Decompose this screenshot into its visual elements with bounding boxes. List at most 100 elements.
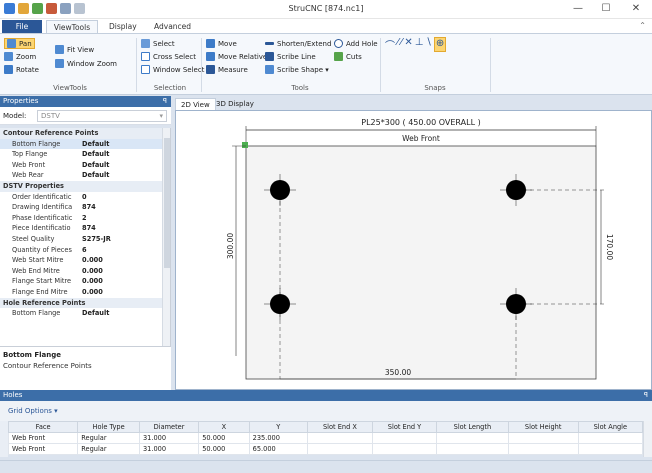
tab-2d-view[interactable]: 2D View bbox=[175, 98, 216, 110]
holes-scrollbar[interactable] bbox=[643, 421, 652, 457]
maximize-button[interactable]: ☐ bbox=[594, 2, 618, 16]
property-row[interactable]: Web End Mitre 0.000 bbox=[0, 266, 170, 277]
property-row[interactable]: Order Identificatic 0 bbox=[0, 192, 170, 203]
zoom-button[interactable]: Zoom bbox=[4, 51, 36, 62]
property-row[interactable]: Web Start Mitre 0.000 bbox=[0, 255, 170, 266]
table-cell[interactable]: Web Front bbox=[7, 443, 79, 455]
tab-advanced[interactable]: Advanced bbox=[148, 20, 197, 33]
property-value[interactable]: 2 bbox=[80, 213, 170, 224]
table-cell[interactable] bbox=[306, 443, 373, 455]
column-header[interactable]: Face bbox=[7, 421, 79, 433]
scribe-shape-button[interactable]: Scribe Shape ▾ bbox=[265, 64, 329, 75]
table-cell[interactable]: 65.000 bbox=[248, 443, 308, 455]
move-button[interactable]: Move bbox=[206, 38, 237, 49]
property-row[interactable]: Web Front Default bbox=[0, 160, 170, 171]
table-cell[interactable] bbox=[436, 432, 509, 444]
property-row[interactable]: Top Flange Default bbox=[0, 149, 170, 160]
column-header[interactable]: Slot Height bbox=[507, 421, 579, 433]
property-row[interactable]: Quantity of Pieces 6 bbox=[0, 245, 170, 256]
measure-button[interactable]: Measure bbox=[206, 64, 248, 75]
snap-center-icon[interactable]: ⊕ bbox=[433, 37, 447, 52]
column-header[interactable]: Slot End X bbox=[306, 421, 373, 433]
table-cell[interactable]: Web Front bbox=[7, 432, 79, 444]
minimize-button[interactable]: — bbox=[566, 2, 590, 16]
table-cell[interactable] bbox=[436, 443, 509, 455]
table-row[interactable]: Web Front Regular 31.000 50.000 235.000 bbox=[7, 432, 644, 444]
property-section[interactable]: Hole Reference Points bbox=[0, 297, 170, 309]
property-value[interactable]: S275-JR bbox=[80, 234, 170, 245]
property-value[interactable]: 0 bbox=[80, 192, 170, 203]
table-cell[interactable]: Regular bbox=[77, 432, 140, 444]
property-row[interactable]: Web Rear Default bbox=[0, 170, 170, 181]
window-zoom-button[interactable]: Window Zoom bbox=[55, 58, 117, 69]
column-header[interactable]: Y bbox=[248, 421, 308, 433]
property-value[interactable]: 874 bbox=[80, 223, 170, 234]
scribe-line-button[interactable]: Scribe Line bbox=[265, 51, 316, 62]
property-section[interactable]: Contour Reference Points bbox=[0, 128, 170, 139]
table-cell[interactable]: 50.000 bbox=[198, 443, 250, 455]
tab-display[interactable]: Display bbox=[103, 20, 143, 33]
rotate-button[interactable]: Rotate bbox=[4, 64, 39, 75]
property-value[interactable]: 0.000 bbox=[80, 276, 170, 287]
property-row[interactable]: Piece Identificatio 874 bbox=[0, 223, 170, 234]
property-section[interactable]: DSTV Properties bbox=[0, 180, 170, 192]
property-value[interactable]: 0.000 bbox=[80, 266, 170, 277]
fit-view-button[interactable]: Fit View bbox=[55, 44, 94, 55]
property-row[interactable]: Flange End Mitre 0.000 bbox=[0, 287, 170, 298]
tab-file[interactable]: File bbox=[2, 20, 42, 33]
column-header[interactable]: Slot End Y bbox=[371, 421, 438, 433]
pan-button[interactable]: Pan bbox=[4, 38, 35, 49]
pin-icon[interactable]: ꟼ bbox=[163, 96, 167, 107]
table-cell[interactable] bbox=[577, 432, 644, 444]
property-row[interactable]: Bottom Flange Default bbox=[0, 138, 170, 150]
scrollbar-thumb[interactable] bbox=[164, 138, 170, 268]
column-header[interactable]: Slot Length bbox=[436, 421, 509, 433]
table-cell[interactable] bbox=[371, 432, 438, 444]
property-value[interactable]: Default bbox=[80, 170, 170, 181]
snap-perpendicular-icon[interactable]: ⊥ bbox=[415, 37, 424, 52]
column-header[interactable]: X bbox=[198, 421, 250, 433]
shorten-extend-button[interactable]: Shorten/Extend bbox=[265, 38, 331, 49]
column-header[interactable]: Diameter bbox=[138, 421, 200, 433]
tab-viewtools[interactable]: ViewTools bbox=[46, 20, 98, 33]
table-row[interactable]: Web Front Regular 31.000 50.000 65.000 bbox=[7, 443, 644, 455]
snap-line-icon[interactable]: ⁄ bbox=[401, 37, 403, 52]
table-cell[interactable] bbox=[507, 443, 579, 455]
table-cell[interactable]: 235.000 bbox=[248, 432, 308, 444]
snap-nearest-icon[interactable]: ∖ bbox=[425, 37, 431, 52]
grid-options-button[interactable]: Grid Options ▾ bbox=[8, 407, 58, 415]
tab-3d-display[interactable]: 3D Display bbox=[211, 98, 259, 110]
snap-endpoint-icon[interactable]: ⁄ bbox=[397, 37, 399, 52]
property-value[interactable]: 0.000 bbox=[80, 287, 170, 298]
select-button[interactable]: Select bbox=[141, 38, 175, 49]
window-select-button[interactable]: Window Select bbox=[141, 64, 204, 75]
cuts-button[interactable]: Cuts bbox=[334, 51, 362, 62]
property-row[interactable]: Steel Quality S275-JR bbox=[0, 234, 170, 245]
close-button[interactable]: ✕ bbox=[624, 2, 648, 16]
property-row[interactable]: Phase Identificatic 2 bbox=[0, 213, 170, 224]
property-row[interactable]: Drawing Identifica 874 bbox=[0, 202, 170, 213]
property-value[interactable]: 0.000 bbox=[80, 255, 170, 266]
model-select[interactable]: DSTV ▾ bbox=[37, 110, 167, 122]
snap-arc-icon[interactable]: ⌒ bbox=[385, 37, 395, 52]
move-relative-button[interactable]: Move Relative bbox=[206, 51, 267, 62]
table-cell[interactable] bbox=[306, 432, 373, 444]
column-header[interactable]: Hole Type bbox=[77, 421, 140, 433]
table-cell[interactable]: Regular bbox=[77, 443, 140, 455]
table-cell[interactable]: 31.000 bbox=[138, 443, 200, 455]
pin-icon[interactable]: ꟼ bbox=[644, 390, 648, 401]
snap-intersection-icon[interactable]: ✕ bbox=[404, 37, 412, 52]
table-cell[interactable]: 31.000 bbox=[138, 432, 200, 444]
table-cell[interactable]: 50.000 bbox=[198, 432, 250, 444]
cross-select-button[interactable]: Cross Select bbox=[141, 51, 196, 62]
property-value[interactable]: Default bbox=[80, 149, 170, 160]
property-row[interactable]: Flange Start Mitre 0.000 bbox=[0, 276, 170, 287]
ribbon-collapse-icon[interactable]: ⌃ bbox=[639, 21, 646, 30]
drawing-canvas[interactable]: PL25*300 ( 450.00 OVERALL ) Web Front 30… bbox=[175, 110, 652, 390]
property-value[interactable]: 6 bbox=[80, 245, 170, 256]
table-cell[interactable] bbox=[577, 443, 644, 455]
property-scrollbar[interactable] bbox=[162, 128, 170, 346]
property-row[interactable]: Bottom Flange Default bbox=[0, 308, 170, 319]
table-cell[interactable] bbox=[371, 443, 438, 455]
plate-outline[interactable] bbox=[245, 145, 597, 380]
